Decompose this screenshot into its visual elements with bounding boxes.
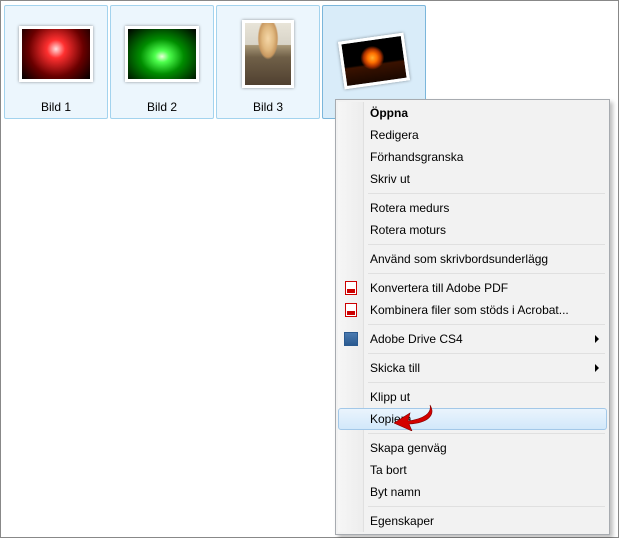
- menu-label: Skapa genväg: [370, 441, 447, 455]
- thumbnail-image: [125, 26, 199, 82]
- menu-label: Adobe Drive CS4: [370, 332, 463, 346]
- menu-label: Egenskaper: [370, 514, 434, 528]
- menu-label: Byt namn: [370, 485, 421, 499]
- menu-label: Öppna: [370, 106, 408, 120]
- menu-label: Skriv ut: [370, 172, 410, 186]
- context-menu: Öppna Redigera Förhandsgranska Skriv ut …: [335, 99, 610, 535]
- menu-send-to[interactable]: Skicka till: [338, 357, 607, 379]
- menu-copy[interactable]: Kopiera: [338, 408, 607, 430]
- thumbnail-label: Bild 1: [41, 96, 71, 114]
- thumbnail-image-wrap: [125, 12, 199, 96]
- menu-separator: [368, 273, 605, 274]
- menu-delete[interactable]: Ta bort: [338, 459, 607, 481]
- menu-label: Konvertera till Adobe PDF: [370, 281, 508, 295]
- menu-separator: [368, 506, 605, 507]
- menu-label: Klipp ut: [370, 390, 410, 404]
- pdf-icon: [343, 302, 359, 318]
- menu-combine-acrobat[interactable]: Kombinera filer som stöds i Acrobat...: [338, 299, 607, 321]
- menu-create-shortcut[interactable]: Skapa genväg: [338, 437, 607, 459]
- thumbnail-image-wrap: [19, 12, 93, 96]
- menu-separator: [368, 244, 605, 245]
- menu-label: Förhandsgranska: [370, 150, 463, 164]
- menu-label: Använd som skrivbordsunderlägg: [370, 252, 548, 266]
- submenu-arrow-icon: [595, 335, 599, 343]
- menu-rotate-ccw[interactable]: Rotera moturs: [338, 219, 607, 241]
- menu-rotate-cw[interactable]: Rotera medurs: [338, 197, 607, 219]
- drive-icon: [343, 331, 359, 347]
- menu-separator: [368, 382, 605, 383]
- menu-label: Redigera: [370, 128, 419, 142]
- thumbnail-image-wrap: [242, 12, 294, 96]
- menu-separator: [368, 353, 605, 354]
- menu-rename[interactable]: Byt namn: [338, 481, 607, 503]
- menu-label: Rotera moturs: [370, 223, 446, 237]
- thumbnail-image: [338, 33, 410, 90]
- menu-label: Kombinera filer som stöds i Acrobat...: [370, 303, 569, 317]
- menu-set-wallpaper[interactable]: Använd som skrivbordsunderlägg: [338, 248, 607, 270]
- menu-print[interactable]: Skriv ut: [338, 168, 607, 190]
- menu-adobe-drive[interactable]: Adobe Drive CS4: [338, 328, 607, 350]
- thumbnail-item[interactable]: Bild 3: [216, 5, 320, 119]
- menu-properties[interactable]: Egenskaper: [338, 510, 607, 532]
- menu-preview[interactable]: Förhandsgranska: [338, 146, 607, 168]
- menu-label: Ta bort: [370, 463, 407, 477]
- menu-separator: [368, 193, 605, 194]
- menu-separator: [368, 433, 605, 434]
- menu-label: Kopiera: [370, 412, 411, 426]
- menu-separator: [368, 324, 605, 325]
- thumbnail-label: Bild 3: [253, 96, 283, 114]
- thumbnail-image: [242, 20, 294, 88]
- menu-cut[interactable]: Klipp ut: [338, 386, 607, 408]
- menu-label: Skicka till: [370, 361, 420, 375]
- submenu-arrow-icon: [595, 364, 599, 372]
- menu-convert-pdf[interactable]: Konvertera till Adobe PDF: [338, 277, 607, 299]
- menu-label: Rotera medurs: [370, 201, 449, 215]
- thumbnail-item[interactable]: Bild 1: [4, 5, 108, 119]
- pdf-icon: [343, 280, 359, 296]
- menu-edit[interactable]: Redigera: [338, 124, 607, 146]
- menu-open[interactable]: Öppna: [338, 102, 607, 124]
- thumbnail-label: Bild 2: [147, 96, 177, 114]
- thumbnail-item[interactable]: Bild 2: [110, 5, 214, 119]
- thumbnail-image: [19, 26, 93, 82]
